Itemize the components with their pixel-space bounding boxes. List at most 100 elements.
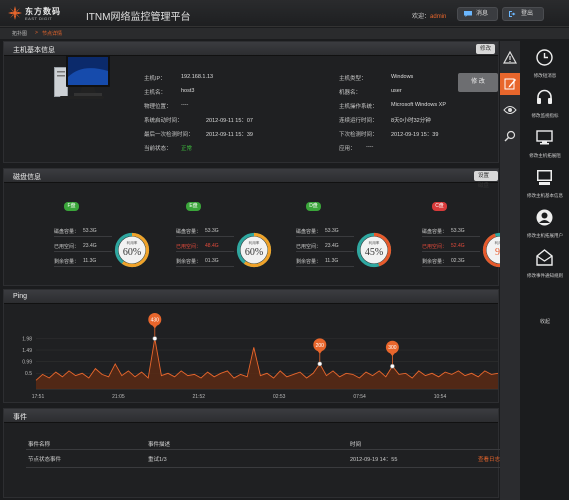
message-button[interactable]: 消息	[457, 7, 498, 21]
logout-button[interactable]: 登出	[502, 7, 544, 21]
event-time: 2012-09-19 14：55	[350, 457, 398, 463]
disk-used-field: 已用空间： 48.4G	[176, 243, 219, 250]
nav-item-user[interactable]: 修改主机拓展用户	[521, 207, 569, 243]
nav-item-metrics[interactable]: 修改监视指标	[521, 87, 569, 123]
host-ip-value: 192.168.1.13	[181, 74, 214, 80]
current-user[interactable]: admin	[430, 14, 446, 20]
x-tick-label: 21:05	[112, 394, 125, 400]
x-tick-label: 21:52	[193, 394, 206, 400]
disk-used-label: 已用空间：	[176, 244, 202, 250]
divider	[296, 251, 354, 252]
message-button-label: 消息	[476, 11, 489, 17]
eye-icon	[503, 106, 517, 114]
boot-time-label: 系统启动时间：	[144, 118, 183, 124]
usage-gauge: 利用率 45%	[356, 232, 392, 268]
disk-settings-button[interactable]: 设置磁盘	[474, 171, 498, 189]
disk-total-field: 磁盘容量： 53.3G	[54, 228, 97, 235]
nav-item-message[interactable]: 修改短消息	[521, 47, 569, 83]
ping-chart: 1.98 1.49 0.99 0.5 17:51 21:05 21:52 02:53 07:54…	[22, 313, 499, 400]
next-check-value: 2012-09-19 15：39	[391, 132, 439, 138]
disk-info-panel: 磁盘信息 设置磁盘 F盘 磁盘容量： 53.3G 已用空间： 23.4G 剩余容量： 11.…	[3, 168, 518, 286]
panel-header: 事件	[4, 409, 498, 423]
breadcrumb-home[interactable]: 拓扑图	[12, 30, 27, 37]
disk-total-value: 53.3G	[205, 228, 219, 234]
host-name-field: 主机名： host3	[144, 88, 194, 96]
os-field: 主机操作系统： Microsoft Windows XP	[339, 102, 446, 110]
disk-total-label: 磁盘容量：	[176, 229, 202, 235]
alert-tool-button[interactable]	[500, 47, 520, 69]
machine-name-value: user	[391, 88, 402, 94]
nav-item-notify-rules[interactable]: 修改事件通知规则	[521, 247, 569, 283]
divider	[54, 236, 112, 237]
disk-used-field: 已用空间： 23.4G	[296, 243, 339, 250]
edit-host-header-button[interactable]: 修改	[476, 44, 496, 54]
x-tick-label: 07:54	[353, 394, 366, 400]
disk-free-value: 11.3G	[325, 258, 339, 264]
status-field: 当前状态： 正常	[144, 144, 192, 152]
top-bar: 东方数码 EAST DIGIT ITNM网络监控管理平台 欢迎：admin 消息…	[0, 0, 569, 27]
monitor-icon	[536, 130, 553, 145]
application-label: 应用：	[339, 146, 356, 152]
disk-total-field: 磁盘容量： 53.3G	[296, 228, 339, 235]
disk-used-field: 已用空间： 52.4G	[422, 243, 465, 250]
user-icon	[536, 209, 553, 226]
computer-icon	[537, 170, 552, 185]
app-title: ITNM网络监控管理平台	[86, 12, 191, 23]
event-desc: 重试1/3	[148, 457, 167, 463]
disk-total-label: 磁盘容量：	[296, 229, 322, 235]
edit-host-button[interactable]: 修 改	[458, 73, 498, 92]
host-name-label: 主机名：	[144, 90, 167, 96]
computer-illustration-icon	[54, 55, 110, 99]
uptime-field: 连续运行时间： 8天0小时32分钟	[339, 116, 431, 124]
disk-free-field: 剩余容量： 11.3G	[54, 258, 96, 265]
disk-used-label: 已用空间：	[422, 244, 448, 250]
machine-name-field: 机器名： user	[339, 88, 402, 96]
disk-free-label: 剩余容量：	[176, 259, 202, 265]
disk-used-value: 23.4G	[325, 243, 339, 249]
nav-item-label: 修改事件通知规则	[527, 273, 563, 278]
disk-total-value: 53.3G	[83, 228, 97, 234]
disk-free-field: 剩余容量： 11.3G	[296, 258, 338, 265]
nav-item-topology[interactable]: 修改主机拓展阻	[521, 127, 569, 163]
divider	[422, 251, 480, 252]
disk-free-field: 剩余容量： 02.3G	[422, 258, 465, 265]
event-name: 节点状态事件	[28, 457, 62, 463]
disk-name-badge: E盘	[186, 202, 201, 211]
panel-header: 磁盘信息 设置磁盘	[4, 169, 498, 189]
machine-name-label: 机器名：	[339, 90, 362, 96]
breadcrumb-separator: >	[35, 30, 38, 36]
divider	[422, 236, 480, 237]
boot-time-value: 2012-09-11 15：07	[206, 118, 253, 124]
view-log-link[interactable]: 查看日志	[478, 455, 500, 463]
disk-used-value: 48.4G	[205, 243, 219, 249]
host-type-field: 主机类型： Windows	[339, 74, 413, 82]
brand-logo-icon	[8, 6, 22, 20]
nav-item-label: 修改主机拓展阻	[529, 153, 561, 158]
divider	[176, 236, 234, 237]
uptime-label: 连续运行时间：	[339, 118, 378, 124]
status-label: 当前状态：	[144, 146, 172, 152]
disk-free-value: 11.3G	[83, 258, 97, 264]
disk-total-field: 磁盘容量： 53.3G	[176, 228, 219, 235]
brand-name-en: EAST DIGIT	[25, 16, 53, 21]
panel-header: Ping	[4, 290, 498, 304]
collapse-button[interactable]: 收起	[521, 318, 569, 325]
status-badge: 正常	[181, 146, 193, 152]
gauge-value: 60%	[123, 247, 141, 258]
x-tick-label: 17:51	[32, 394, 45, 400]
search-tool-button[interactable]	[500, 125, 520, 147]
welcome-label: 欢迎：	[412, 14, 431, 20]
search-icon	[504, 130, 516, 142]
tool-strip	[500, 41, 520, 500]
panel-title: 磁盘信息	[13, 174, 41, 181]
events-panel: 事件 事件名称 事件描述 时间 节点状态事件 重试1/3 2012-09-19 …	[3, 408, 500, 498]
view-tool-button[interactable]	[500, 99, 520, 121]
application-field: 应用： ----	[339, 144, 373, 152]
headset-icon	[537, 89, 552, 104]
divider	[296, 236, 354, 237]
last-check-value: 2012-09-11 15：39	[206, 132, 253, 138]
host-info-panel: 主机基本信息 修改 主机IP： 192.168.1.13 主机名： host3 物理…	[3, 41, 499, 163]
disk-used-field: 已用空间： 23.4G	[54, 243, 97, 250]
edit-tool-button[interactable]	[500, 73, 520, 95]
nav-item-host-info[interactable]: 修改主机基本信息	[521, 167, 569, 203]
